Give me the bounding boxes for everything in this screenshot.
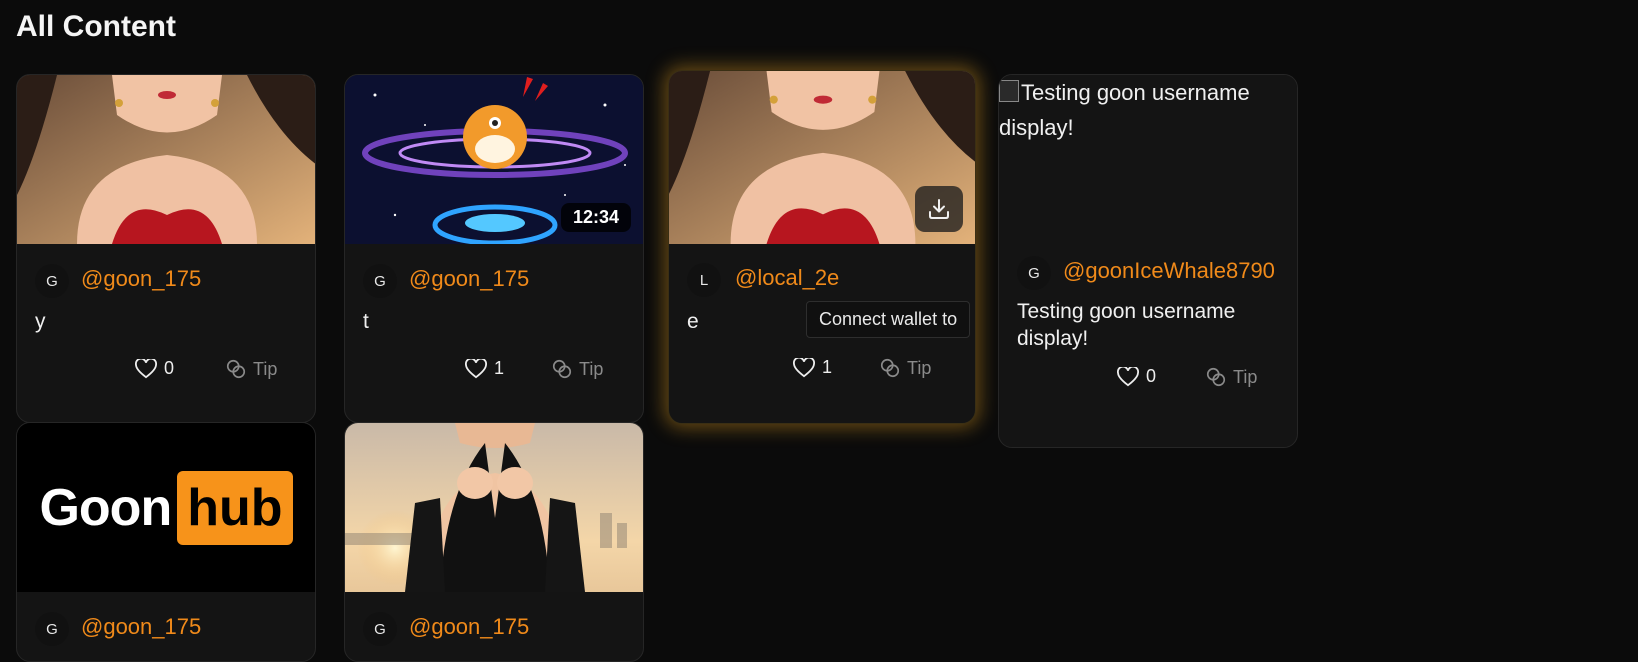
post-caption: y: [35, 310, 46, 333]
username-link[interactable]: @goonIceWhale8790: [1063, 258, 1275, 284]
content-card[interactable]: G @goon_175: [344, 422, 644, 662]
avatar[interactable]: G: [363, 264, 397, 298]
username-link[interactable]: @goon_175: [409, 614, 529, 640]
coins-icon: [880, 358, 900, 378]
content-card[interactable]: L @local_2e e Connect wallet to 1 Tip: [668, 70, 976, 424]
post-thumbnail[interactable]: [17, 75, 315, 244]
username-link[interactable]: @goon_175: [409, 266, 529, 292]
heart-icon: [135, 358, 157, 378]
username-link[interactable]: @goon_175: [81, 614, 201, 640]
tip-button[interactable]: Tip: [879, 357, 931, 379]
content-card[interactable]: Goon hub G @goon_175: [16, 422, 316, 662]
post-caption: t: [363, 310, 369, 333]
like-button[interactable]: 0: [135, 358, 174, 379]
tip-label: Tip: [253, 358, 278, 379]
post-caption: Testing goon username display!: [1017, 300, 1236, 350]
logo-text: Goon: [39, 478, 172, 537]
coins-icon: [226, 359, 246, 379]
like-count: 0: [164, 358, 175, 378]
logo-badge: hub: [177, 470, 293, 545]
tip-button[interactable]: Tip: [225, 358, 277, 380]
download-icon: [929, 199, 949, 219]
portrait-image: [17, 75, 315, 244]
username-link[interactable]: @local_2e: [735, 265, 839, 291]
page-title: All Content: [16, 10, 176, 43]
post-thumbnail[interactable]: Goon hub: [17, 423, 315, 592]
download-button[interactable]: [915, 186, 963, 232]
post-thumbnail[interactable]: [669, 71, 975, 244]
like-button[interactable]: 1: [465, 358, 504, 379]
heart-icon: [1117, 366, 1139, 386]
avatar[interactable]: G: [35, 264, 69, 298]
content-card[interactable]: G @goon_175 y 0 Tip: [16, 74, 316, 423]
like-count: 0: [1146, 366, 1157, 386]
like-count: 1: [494, 358, 505, 378]
post-thumbnail[interactable]: Testing goon username display!: [999, 75, 1297, 250]
heart-icon: [465, 358, 487, 378]
video-duration: 12:34: [560, 203, 631, 232]
tip-button[interactable]: Tip: [551, 358, 603, 380]
broken-image-icon: [999, 80, 1019, 102]
tip-label: Tip: [907, 357, 932, 378]
avatar[interactable]: L: [687, 263, 721, 297]
post-thumbnail[interactable]: 12:34: [345, 75, 643, 244]
tip-button[interactable]: Tip: [1205, 366, 1257, 388]
broken-image: Testing goon username display!: [999, 75, 1297, 145]
avatar[interactable]: G: [35, 612, 69, 646]
tip-label: Tip: [1233, 366, 1258, 387]
post-thumbnail[interactable]: [345, 423, 643, 592]
like-button[interactable]: 0: [1117, 366, 1156, 387]
image-alt-text: Testing goon username display!: [999, 80, 1250, 140]
connect-wallet-tooltip: Connect wallet to: [806, 301, 971, 338]
like-count: 1: [822, 357, 833, 377]
content-card[interactable]: Testing goon username display! G @goonIc…: [998, 74, 1298, 448]
post-caption: e: [687, 310, 699, 333]
username-link[interactable]: @goon_175: [81, 266, 201, 292]
sunset-portrait-image: [345, 423, 643, 592]
like-button[interactable]: 1: [793, 357, 832, 378]
heart-icon: [793, 357, 815, 377]
coins-icon: [552, 359, 572, 379]
content-card[interactable]: 12:34 G @goon_175 t 1 Tip: [344, 74, 644, 423]
coins-icon: [1206, 367, 1226, 387]
tip-label: Tip: [579, 358, 604, 379]
avatar[interactable]: G: [363, 612, 397, 646]
avatar[interactable]: G: [1017, 256, 1051, 290]
